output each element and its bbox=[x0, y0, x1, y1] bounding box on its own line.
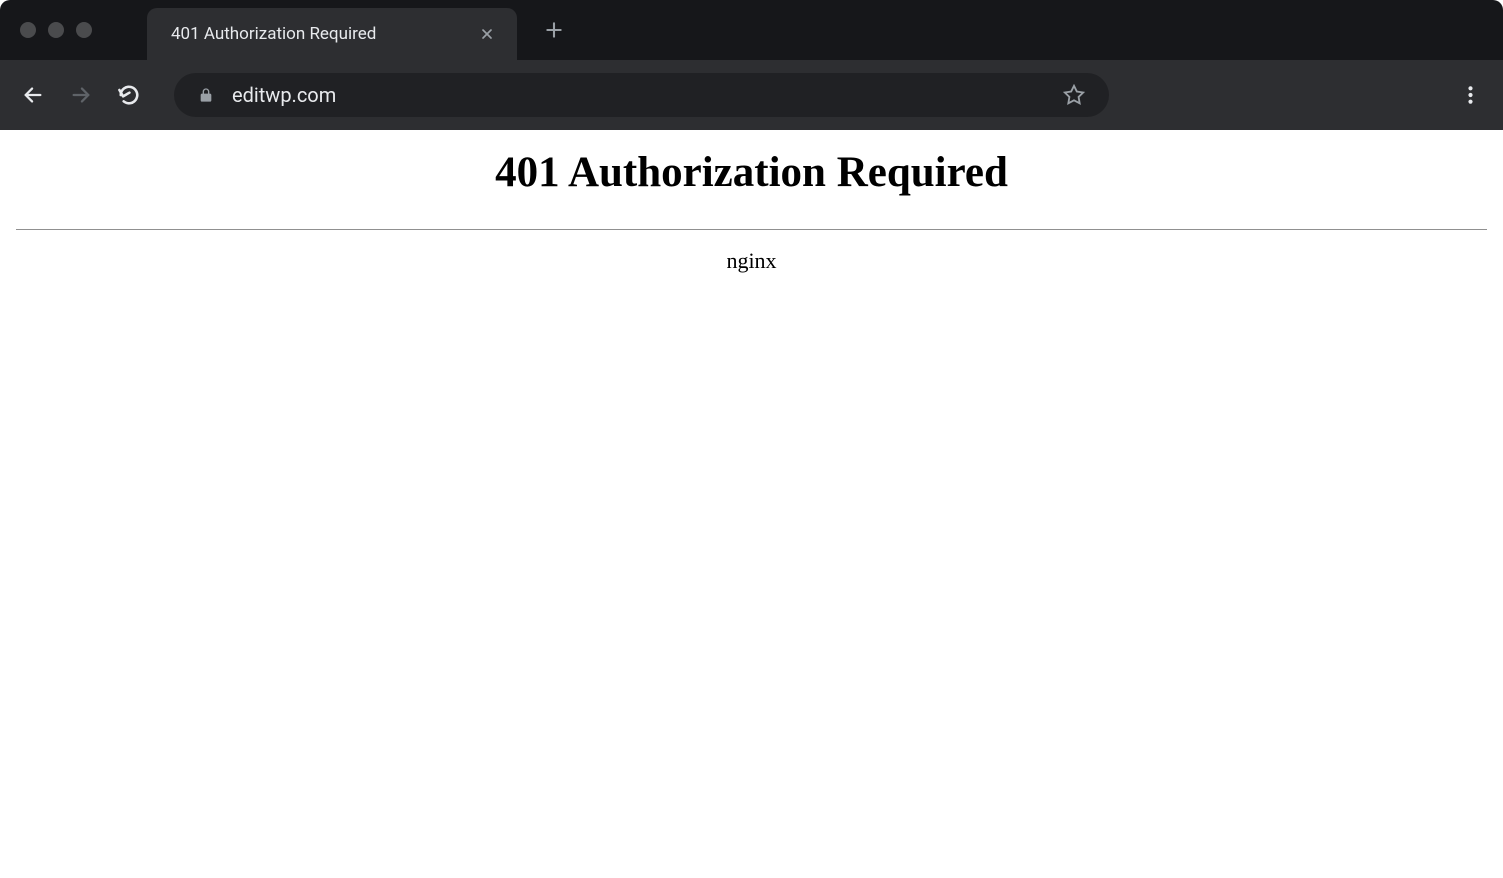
window-close-button[interactable] bbox=[20, 22, 36, 38]
address-bar[interactable]: editwp.com bbox=[174, 73, 1109, 117]
browser-toolbar: editwp.com bbox=[0, 60, 1503, 130]
back-button[interactable] bbox=[18, 80, 48, 110]
forward-button[interactable] bbox=[66, 80, 96, 110]
browser-window: 401 Authorization Required bbox=[0, 0, 1503, 878]
close-tab-button[interactable] bbox=[475, 22, 499, 46]
divider bbox=[16, 229, 1487, 230]
browser-menu-button[interactable] bbox=[1455, 80, 1485, 110]
error-heading: 401 Authorization Required bbox=[495, 148, 1008, 197]
bookmark-star-icon[interactable] bbox=[1063, 84, 1085, 106]
new-tab-button[interactable] bbox=[539, 15, 569, 45]
browser-tab[interactable]: 401 Authorization Required bbox=[147, 8, 517, 60]
server-signature: nginx bbox=[726, 248, 776, 274]
tab-strip: 401 Authorization Required bbox=[147, 0, 569, 60]
tab-title: 401 Authorization Required bbox=[171, 24, 467, 44]
reload-button[interactable] bbox=[114, 80, 144, 110]
page-content: 401 Authorization Required nginx bbox=[0, 130, 1503, 878]
window-minimize-button[interactable] bbox=[48, 22, 64, 38]
url-input[interactable]: editwp.com bbox=[232, 83, 1063, 107]
lock-icon bbox=[198, 86, 214, 104]
window-maximize-button[interactable] bbox=[76, 22, 92, 38]
window-controls bbox=[20, 22, 92, 38]
title-bar: 401 Authorization Required bbox=[0, 0, 1503, 60]
